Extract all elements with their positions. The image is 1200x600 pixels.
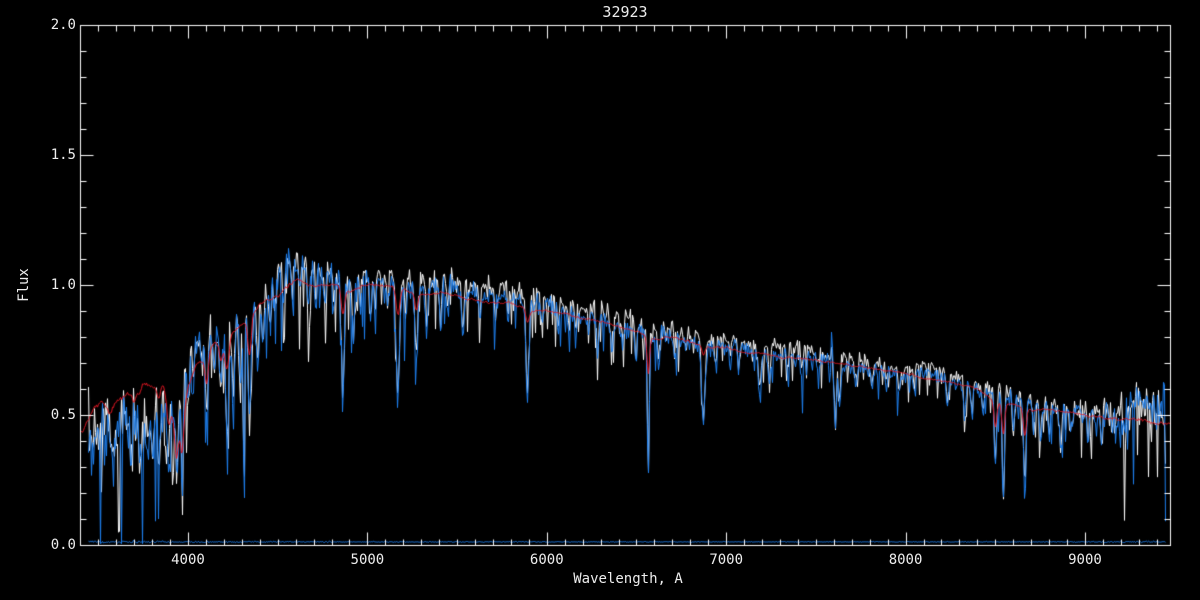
x-tick-label: 4000 (171, 552, 205, 568)
y-axis-label: Flux (16, 268, 32, 302)
x-tick-label: 7000 (709, 552, 743, 568)
y-tick-label: 0.5 (32, 407, 76, 423)
y-tick-label: 1.0 (32, 277, 76, 293)
spectrum-plot-window: 32923 Wavelength, A Flux 4000 5000 6000 700… (0, 0, 1200, 600)
x-tick-label: 9000 (1068, 552, 1102, 568)
y-tick-label: 2.0 (32, 17, 76, 33)
x-tick-label: 8000 (889, 552, 923, 568)
y-tick-label: 1.5 (32, 147, 76, 163)
y-tick-label: 0.0 (32, 537, 76, 553)
plot-title: 32923 (602, 4, 647, 20)
spectrum-canvas (0, 0, 1200, 600)
x-tick-label: 6000 (530, 552, 564, 568)
x-axis-label: Wavelength, A (573, 571, 683, 587)
x-tick-label: 5000 (351, 552, 385, 568)
